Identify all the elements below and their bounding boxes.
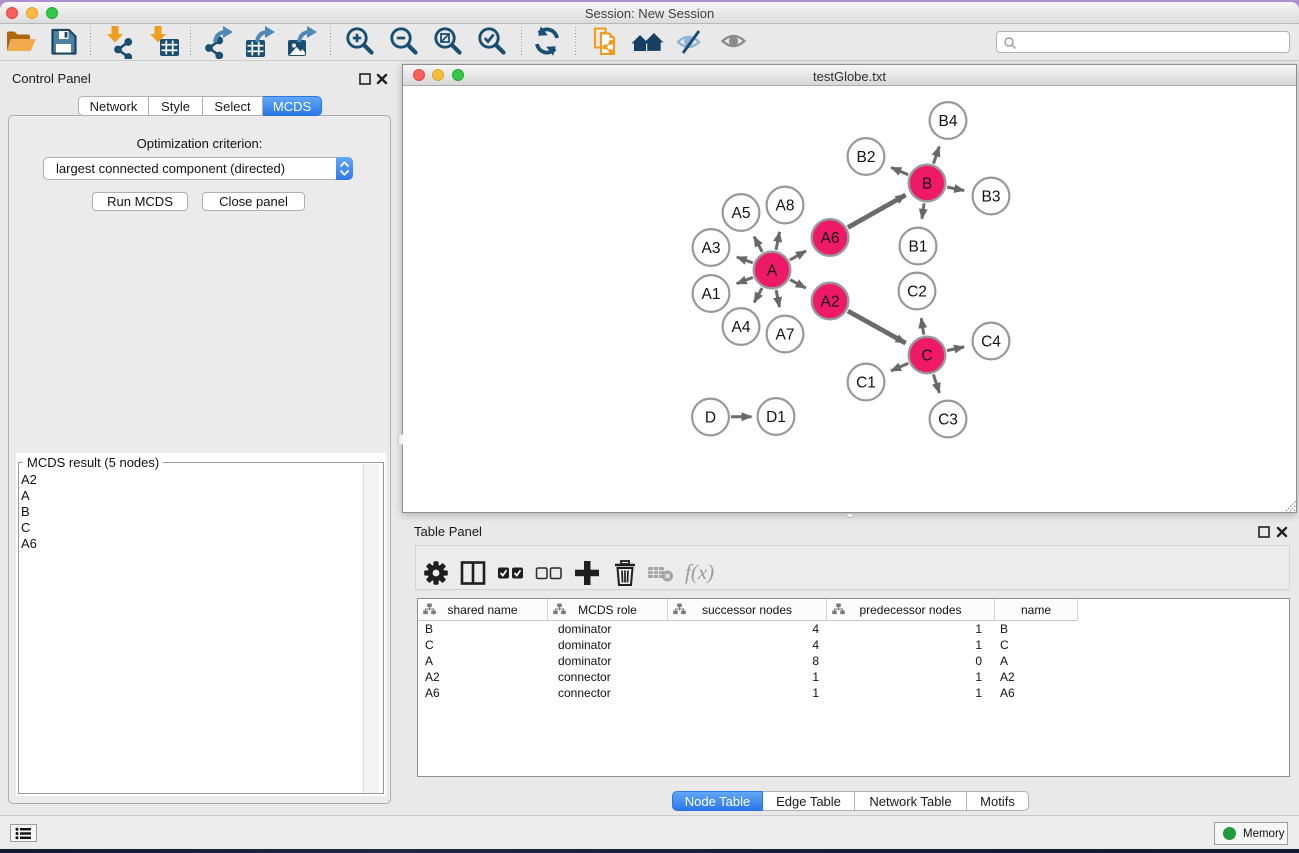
svg-text:D1: D1 <box>766 409 786 426</box>
svg-text:B3: B3 <box>982 189 1001 206</box>
svg-text:A5: A5 <box>732 205 751 222</box>
svg-text:D: D <box>705 410 716 427</box>
svg-text:C4: C4 <box>981 334 1001 351</box>
svg-text:A4: A4 <box>732 319 751 336</box>
svg-text:B1: B1 <box>909 239 928 256</box>
svg-text:A2: A2 <box>821 294 840 311</box>
svg-text:A3: A3 <box>702 240 721 257</box>
svg-text:A8: A8 <box>776 198 795 215</box>
svg-text:B4: B4 <box>939 113 958 130</box>
svg-text:B2: B2 <box>857 149 876 166</box>
svg-text:C: C <box>921 348 932 365</box>
svg-text:A: A <box>767 263 778 280</box>
svg-text:A1: A1 <box>702 286 721 303</box>
svg-text:A7: A7 <box>776 327 795 344</box>
svg-text:A6: A6 <box>821 230 840 247</box>
svg-text:B: B <box>922 176 932 193</box>
svg-text:C1: C1 <box>856 375 876 392</box>
svg-text:C3: C3 <box>938 412 958 429</box>
svg-text:C2: C2 <box>907 284 927 301</box>
